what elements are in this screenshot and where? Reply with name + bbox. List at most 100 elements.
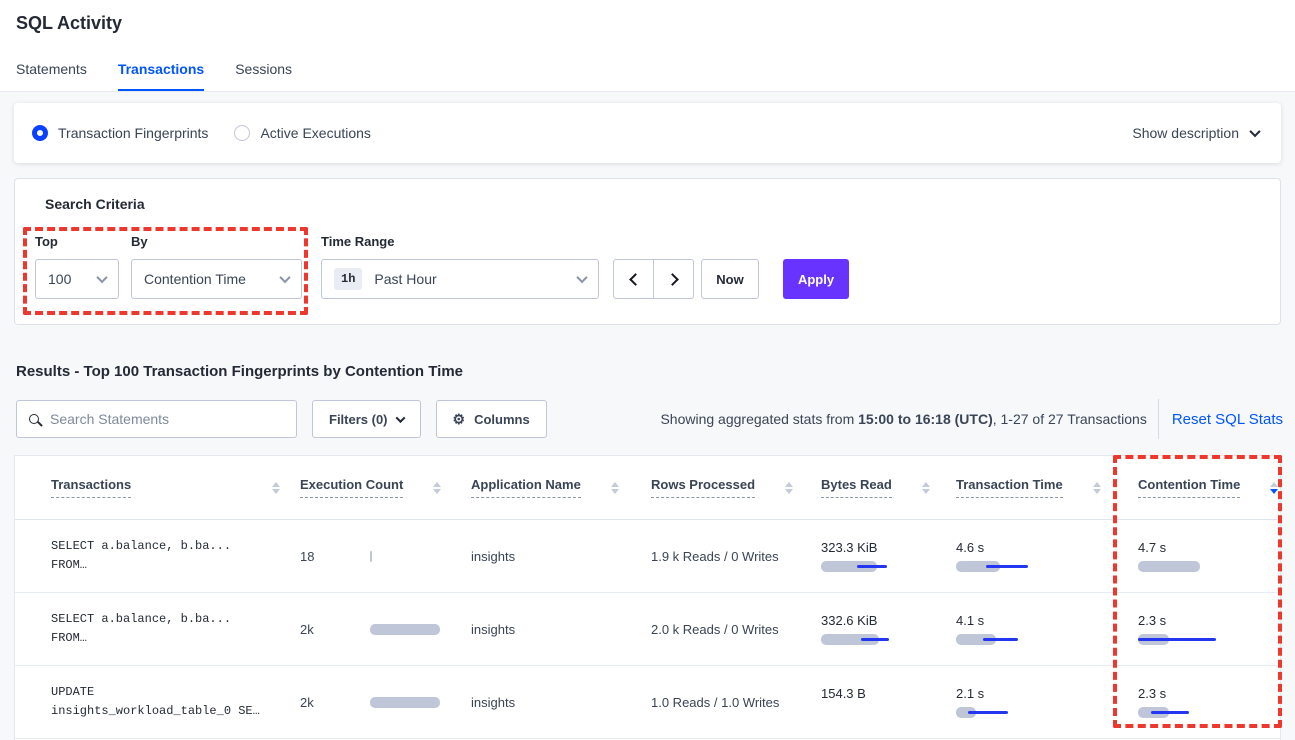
tab-sessions[interactable]: Sessions	[235, 61, 292, 91]
transaction-fingerprint-link[interactable]: SELECT a.balance, b.ba... FROM…	[15, 537, 300, 575]
column-header-transaction-time[interactable]: Transaction Time	[956, 477, 1138, 498]
top-label: Top	[35, 234, 58, 249]
columns-button[interactable]: ⚙ Columns	[436, 400, 547, 438]
filters-button-label: Filters (0)	[329, 412, 388, 427]
sort-arrows-icon-active-desc	[1270, 482, 1278, 494]
transaction-time-bar	[956, 707, 1056, 718]
radio-label: Transaction Fingerprints	[58, 125, 208, 141]
bytes-read-cell: 323.3 KiB	[821, 540, 956, 572]
chevron-down-icon	[576, 272, 587, 283]
execution-count-bar	[370, 697, 440, 708]
execution-count-value: 18	[300, 549, 370, 564]
page-header: SQL Activity Statements Transactions Ses…	[0, 0, 1295, 92]
bytes-read-bar	[821, 707, 921, 718]
results-heading: Results - Top 100 Transaction Fingerprin…	[16, 363, 463, 380]
bytes-read-cell: 154.3 B	[821, 686, 956, 718]
transaction-time-cell: 4.1 s	[956, 613, 1138, 645]
sort-arrows-icon	[922, 482, 930, 494]
tab-bar: Statements Transactions Sessions	[16, 61, 292, 91]
column-header-transactions[interactable]: Transactions	[15, 477, 300, 498]
table-row: SELECT a.balance, b.ba... FROM… 18 insig…	[15, 520, 1280, 593]
apply-button[interactable]: Apply	[783, 259, 849, 299]
contention-time-value: 4.7 s	[1138, 540, 1280, 555]
sql-text-line2: FROM…	[51, 629, 300, 648]
transaction-time-value: 4.1 s	[956, 613, 1138, 628]
column-header-contention-time[interactable]: Contention Time	[1138, 477, 1280, 498]
radio-label: Active Executions	[260, 125, 371, 141]
chevron-down-icon	[279, 272, 290, 283]
gear-icon: ⚙	[453, 412, 466, 426]
stats-time-range: 15:00 to 16:18 (UTC)	[858, 411, 993, 427]
transaction-fingerprint-link[interactable]: SELECT a.balance, b.ba... FROM…	[15, 610, 300, 648]
table-row: UPDATE insights_workload_table_0 SE… 2k …	[15, 666, 1280, 739]
view-toggle-bar: Transaction Fingerprints Active Executio…	[14, 103, 1281, 163]
transactions-table: Transactions Execution Count Application…	[14, 455, 1281, 740]
transaction-time-cell: 2.1 s	[956, 686, 1138, 718]
table-row: SELECT a.balance, b.ba... FROM… 2k insig…	[15, 593, 1280, 666]
next-time-button[interactable]	[654, 260, 693, 298]
by-label: By	[131, 234, 148, 249]
column-header-execution-count[interactable]: Execution Count	[300, 477, 471, 498]
top-select[interactable]: 100	[35, 259, 119, 299]
transaction-time-value: 4.6 s	[956, 540, 1138, 555]
filters-button[interactable]: Filters (0)	[312, 400, 421, 438]
previous-time-button[interactable]	[614, 260, 654, 298]
time-range-badge: 1h	[334, 268, 362, 290]
execution-count-value: 2k	[300, 622, 370, 637]
page-title: SQL Activity	[16, 13, 122, 34]
sql-text-line1: SELECT a.balance, b.ba...	[51, 537, 300, 556]
show-description-label: Show description	[1132, 125, 1239, 141]
radio-selected-icon	[32, 125, 48, 141]
bytes-read-bar	[821, 561, 921, 572]
radio-transaction-fingerprints[interactable]: Transaction Fingerprints	[32, 125, 208, 141]
bytes-read-value: 154.3 B	[821, 686, 956, 701]
columns-button-label: Columns	[474, 412, 530, 427]
sort-arrows-icon	[611, 482, 619, 494]
search-statements-input[interactable]	[50, 411, 284, 427]
show-description-toggle[interactable]: Show description	[1132, 125, 1259, 141]
tab-transactions[interactable]: Transactions	[118, 61, 204, 91]
rows-processed-cell: 1.0 Reads / 1.0 Writes	[651, 695, 821, 710]
rows-processed-cell: 2.0 k Reads / 0 Writes	[651, 622, 821, 637]
execution-count-cell: 2k	[300, 695, 471, 710]
application-name-cell: insights	[471, 695, 651, 710]
bytes-read-value: 332.6 KiB	[821, 613, 956, 628]
search-icon	[29, 414, 39, 424]
chevron-down-icon	[1249, 126, 1260, 137]
contention-time-value: 2.3 s	[1138, 613, 1280, 628]
application-name-cell: insights	[471, 622, 651, 637]
transaction-fingerprint-link[interactable]: UPDATE insights_workload_table_0 SE…	[15, 683, 300, 721]
column-header-rows-processed[interactable]: Rows Processed	[651, 477, 821, 498]
execution-count-value: 2k	[300, 695, 370, 710]
results-toolbar: Filters (0) ⚙ Columns Showing aggregated…	[16, 400, 1283, 438]
radio-active-executions[interactable]: Active Executions	[234, 125, 371, 141]
by-select[interactable]: Contention Time	[131, 259, 302, 299]
sort-arrows-icon	[433, 482, 441, 494]
time-range-value: Past Hour	[374, 271, 436, 287]
chevron-down-icon	[96, 272, 107, 283]
radio-unselected-icon	[234, 125, 250, 141]
search-criteria-panel: Search Criteria Top 100 By Contention Ti…	[14, 178, 1281, 325]
bytes-read-value: 323.3 KiB	[821, 540, 956, 555]
reset-sql-stats-link[interactable]: Reset SQL Stats	[1172, 411, 1283, 428]
transaction-time-cell: 4.6 s	[956, 540, 1138, 572]
time-range-select[interactable]: 1h Past Hour	[321, 259, 599, 299]
sql-text-line2: insights_workload_table_0 SE…	[51, 702, 300, 721]
now-button[interactable]: Now	[701, 259, 759, 299]
sql-text-line1: SELECT a.balance, b.ba...	[51, 610, 300, 629]
search-statements-box	[16, 400, 297, 438]
aggregated-stats-text: Showing aggregated stats from 15:00 to 1…	[660, 411, 1146, 427]
transaction-time-bar	[956, 561, 1056, 572]
sort-arrows-icon	[785, 482, 793, 494]
contention-time-cell: 4.7 s	[1138, 540, 1280, 572]
toolbar-divider	[1158, 399, 1159, 439]
execution-count-cell: 18	[300, 549, 471, 564]
rows-processed-cell: 1.9 k Reads / 0 Writes	[651, 549, 821, 564]
tab-statements[interactable]: Statements	[16, 61, 87, 91]
execution-count-cell: 2k	[300, 622, 471, 637]
column-header-application-name[interactable]: Application Name	[471, 477, 651, 498]
chevron-right-icon	[666, 273, 679, 286]
column-header-bytes-read[interactable]: Bytes Read	[821, 477, 956, 498]
table-header-row: Transactions Execution Count Application…	[15, 456, 1280, 520]
sort-arrows-icon	[1093, 482, 1101, 494]
